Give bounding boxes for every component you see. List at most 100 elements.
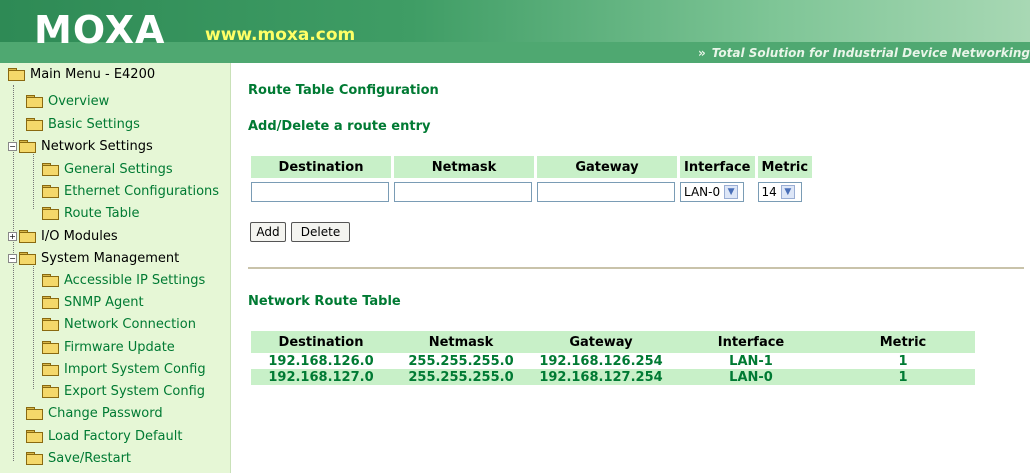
section-title-add-delete: Add/Delete a route entry [248, 119, 431, 134]
sidebar-item-label: Export System Config [64, 383, 206, 399]
folder-icon [42, 318, 59, 331]
collapse-minus-icon[interactable]: − [8, 141, 17, 151]
network-route-table: Destination Netmask Gateway Interface Me… [251, 331, 975, 385]
sidebar-item-save-restart[interactable]: Save/Restart [26, 447, 131, 469]
section-title-route-table: Network Route Table [248, 294, 401, 309]
tree-guide-line [33, 264, 34, 389]
form-header-gateway: Gateway [537, 156, 677, 178]
sidebar-item-overview[interactable]: Overview [26, 90, 109, 112]
table-row: 192.168.126.0 255.255.255.0 192.168.126.… [251, 353, 975, 369]
sidebar-item-label: SNMP Agent [64, 294, 144, 310]
folder-icon [42, 274, 59, 287]
table-cell-gateway: 192.168.127.254 [531, 369, 671, 385]
table-cell-interface: LAN-1 [729, 353, 773, 369]
sidebar-item-label: Ethernet Configurations [64, 183, 220, 199]
sidebar-item-firmware-update[interactable]: Firmware Update [42, 336, 175, 358]
chevron-down-icon: ▼ [780, 185, 795, 199]
double-chevron-right-icon: » [698, 46, 706, 60]
sidebar-item-label: Import System Config [64, 361, 206, 377]
tagline: » Total Solution for Industrial Device Ne… [698, 46, 1030, 60]
table-cell-netmask: 255.255.255.0 [391, 369, 531, 385]
sidebar-item-label: Overview [48, 93, 110, 109]
sidebar-item-label: I/O Modules [41, 228, 118, 244]
folder-icon [42, 163, 59, 176]
sidebar-item-label: Network Settings [41, 138, 153, 154]
folder-icon [26, 407, 43, 420]
form-header-destination: Destination [251, 156, 391, 178]
sidebar-root-label: Main Menu - E4200 [30, 66, 156, 82]
table-cell-netmask: 255.255.255.0 [408, 353, 514, 369]
sidebar-root[interactable]: Main Menu - E4200 [8, 63, 155, 85]
gateway-input[interactable] [537, 182, 675, 202]
sidebar-item-export-system-config[interactable]: Export System Config [42, 380, 205, 402]
collapse-minus-icon[interactable]: − [8, 253, 17, 263]
table-cell-metric: 1 [898, 353, 908, 369]
folder-icon [26, 430, 43, 443]
sidebar-item-label: Load Factory Default [48, 428, 183, 444]
folder-icon [42, 296, 59, 309]
sidebar-item-io-modules[interactable]: + I/O Modules [8, 225, 118, 247]
sidebar-item-change-password[interactable]: Change Password [26, 402, 163, 424]
folder-icon [26, 95, 43, 108]
sidebar-item-ethernet-configurations[interactable]: Ethernet Configurations [42, 180, 219, 202]
open-folder-icon [8, 68, 25, 81]
table-cell-gateway: 192.168.126.254 [539, 353, 663, 369]
sidebar-item-general-settings[interactable]: General Settings [42, 158, 173, 180]
table-header-destination: Destination [251, 331, 391, 353]
metric-select[interactable]: 14 ▼ [757, 182, 802, 202]
interface-select[interactable]: LAN-0 ▼ [680, 182, 744, 202]
sidebar-item-label: Save/Restart [48, 450, 132, 466]
table-header-netmask: Netmask [391, 331, 531, 353]
page-title: Route Table Configuration [248, 83, 439, 98]
table-cell-metric: 1 [831, 369, 975, 385]
folder-icon [19, 230, 36, 243]
sidebar-item-network-settings[interactable]: − Network Settings [8, 135, 153, 157]
folder-icon [26, 118, 43, 131]
sidebar-item-label: Route Table [64, 205, 140, 221]
sidebar-item-snmp-agent[interactable]: SNMP Agent [42, 291, 144, 313]
add-button[interactable]: Add [250, 222, 286, 242]
folder-icon [42, 207, 59, 220]
table-row: 192.168.127.0 255.255.255.0 192.168.127.… [251, 369, 975, 385]
form-header-metric: Metric [757, 156, 813, 178]
sidebar-item-route-table[interactable]: Route Table [42, 202, 140, 224]
table-cell-interface: LAN-0 [671, 369, 831, 385]
sidebar-item-network-connection[interactable]: Network Connection [42, 313, 196, 335]
open-folder-icon [19, 252, 36, 265]
sidebar-item-load-factory-default[interactable]: Load Factory Default [26, 425, 182, 447]
sidebar-item-label: Basic Settings [48, 116, 140, 132]
route-entry-form: Destination Netmask Gateway Interface Me… [248, 156, 815, 202]
moxa-logo: MOXA [34, 8, 166, 52]
table-header-interface: Interface [671, 331, 831, 353]
sidebar-menu: Main Menu - E4200 Overview Basic Setting… [0, 63, 231, 473]
sidebar-item-basic-settings[interactable]: Basic Settings [26, 113, 140, 135]
sidebar-item-label: Change Password [48, 405, 163, 421]
form-header-interface: Interface [680, 156, 755, 178]
interface-select-value: LAN-0 [684, 185, 721, 199]
sidebar-item-system-management[interactable]: − System Management [8, 247, 179, 269]
table-header-metric: Metric [831, 331, 975, 353]
moxa-url-link[interactable]: www.moxa.com [205, 25, 355, 45]
sidebar-item-label: Accessible IP Settings [64, 272, 206, 288]
sidebar-item-label: Network Connection [64, 316, 196, 332]
main-content: Route Table Configuration Add/Delete a r… [232, 63, 1030, 473]
header-banner: MOXA www.moxa.com » Total Solution for In… [0, 0, 1030, 63]
sidebar-item-import-system-config[interactable]: Import System Config [42, 358, 206, 380]
netmask-input[interactable] [394, 182, 532, 202]
form-header-netmask: Netmask [394, 156, 534, 178]
table-header-gateway: Gateway [531, 331, 671, 353]
folder-icon [26, 452, 43, 465]
metric-select-value: 14 [761, 185, 777, 199]
table-cell-destination: 192.168.127.0 [251, 369, 391, 385]
tagline-text: Total Solution for Industrial Device Net… [711, 46, 1030, 60]
sidebar-item-label: Firmware Update [64, 339, 175, 355]
destination-input[interactable] [251, 182, 389, 202]
chevron-down-icon: ▼ [724, 185, 739, 199]
table-cell-destination: 192.168.126.0 [268, 353, 374, 369]
sidebar-item-accessible-ip-settings[interactable]: Accessible IP Settings [42, 269, 205, 291]
folder-icon [42, 385, 59, 398]
divider [248, 267, 1024, 269]
expand-plus-icon[interactable]: + [8, 231, 17, 241]
folder-icon [42, 363, 59, 376]
delete-button[interactable]: Delete [291, 222, 350, 242]
